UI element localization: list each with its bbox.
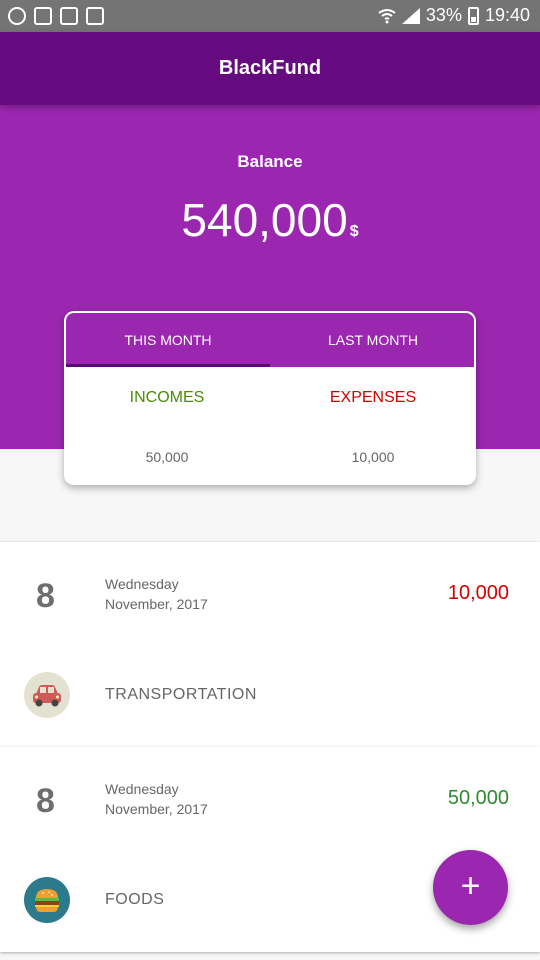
car-icon xyxy=(24,672,70,718)
clock: 19:40 xyxy=(484,5,530,25)
entry-month-year: November, 2017 xyxy=(105,801,208,817)
summary-card: THIS MONTH LAST MONTH INCOMES 50,000 EXP… xyxy=(64,311,476,485)
balance-currency: $ xyxy=(349,223,359,240)
signal-icon xyxy=(401,7,420,24)
tab-this-month[interactable]: THIS MONTH xyxy=(66,313,270,367)
status-bar: 33% 19:40 xyxy=(0,0,540,32)
entry-amount: 10,000 xyxy=(447,582,509,604)
status-indicators: 33% 19:40 xyxy=(378,5,530,26)
document-icon xyxy=(60,7,78,25)
image-icon xyxy=(34,7,52,25)
entry-category: FOODS xyxy=(105,891,165,908)
entry-category: TRANSPORTATION xyxy=(105,686,257,703)
incomes-label: INCOMES xyxy=(129,389,205,406)
entry-day: 8 xyxy=(36,782,55,820)
add-transaction-button[interactable]: + xyxy=(433,850,508,925)
burger-icon xyxy=(24,877,70,923)
expenses-value: 10,000 xyxy=(351,449,395,465)
app-bar: BlackFund xyxy=(0,32,540,105)
incomes-value: 50,000 xyxy=(145,449,189,465)
tab-last-month[interactable]: LAST MONTH xyxy=(271,313,475,367)
transaction-card[interactable]: 8 Wednesday November, 2017 10,000 TRANSP… xyxy=(0,542,540,747)
entry-weekday: Wednesday xyxy=(105,781,179,797)
balance-amount: 540,000 xyxy=(181,194,348,246)
balance-label: Balance xyxy=(237,152,303,171)
expenses-label: EXPENSES xyxy=(329,389,417,406)
entry-month-year: November, 2017 xyxy=(105,596,208,612)
entry-day: 8 xyxy=(36,577,55,615)
entry-amount: 50,000 xyxy=(447,787,509,809)
app-title: BlackFund xyxy=(218,57,322,79)
period-tabs: THIS MONTH LAST MONTH xyxy=(64,311,476,367)
battery-icon xyxy=(467,6,479,25)
notification-icons xyxy=(8,7,104,25)
tasks-icon xyxy=(86,7,104,25)
entry-weekday: Wednesday xyxy=(105,576,179,592)
battery-percent: 33% xyxy=(425,5,462,25)
incomes-column: INCOMES 50,000 xyxy=(64,367,270,485)
balance-amount-row: 540,000 $ xyxy=(0,193,540,247)
wifi-icon xyxy=(378,8,396,24)
media-icon xyxy=(8,7,26,25)
expenses-column: EXPENSES 10,000 xyxy=(270,367,476,485)
